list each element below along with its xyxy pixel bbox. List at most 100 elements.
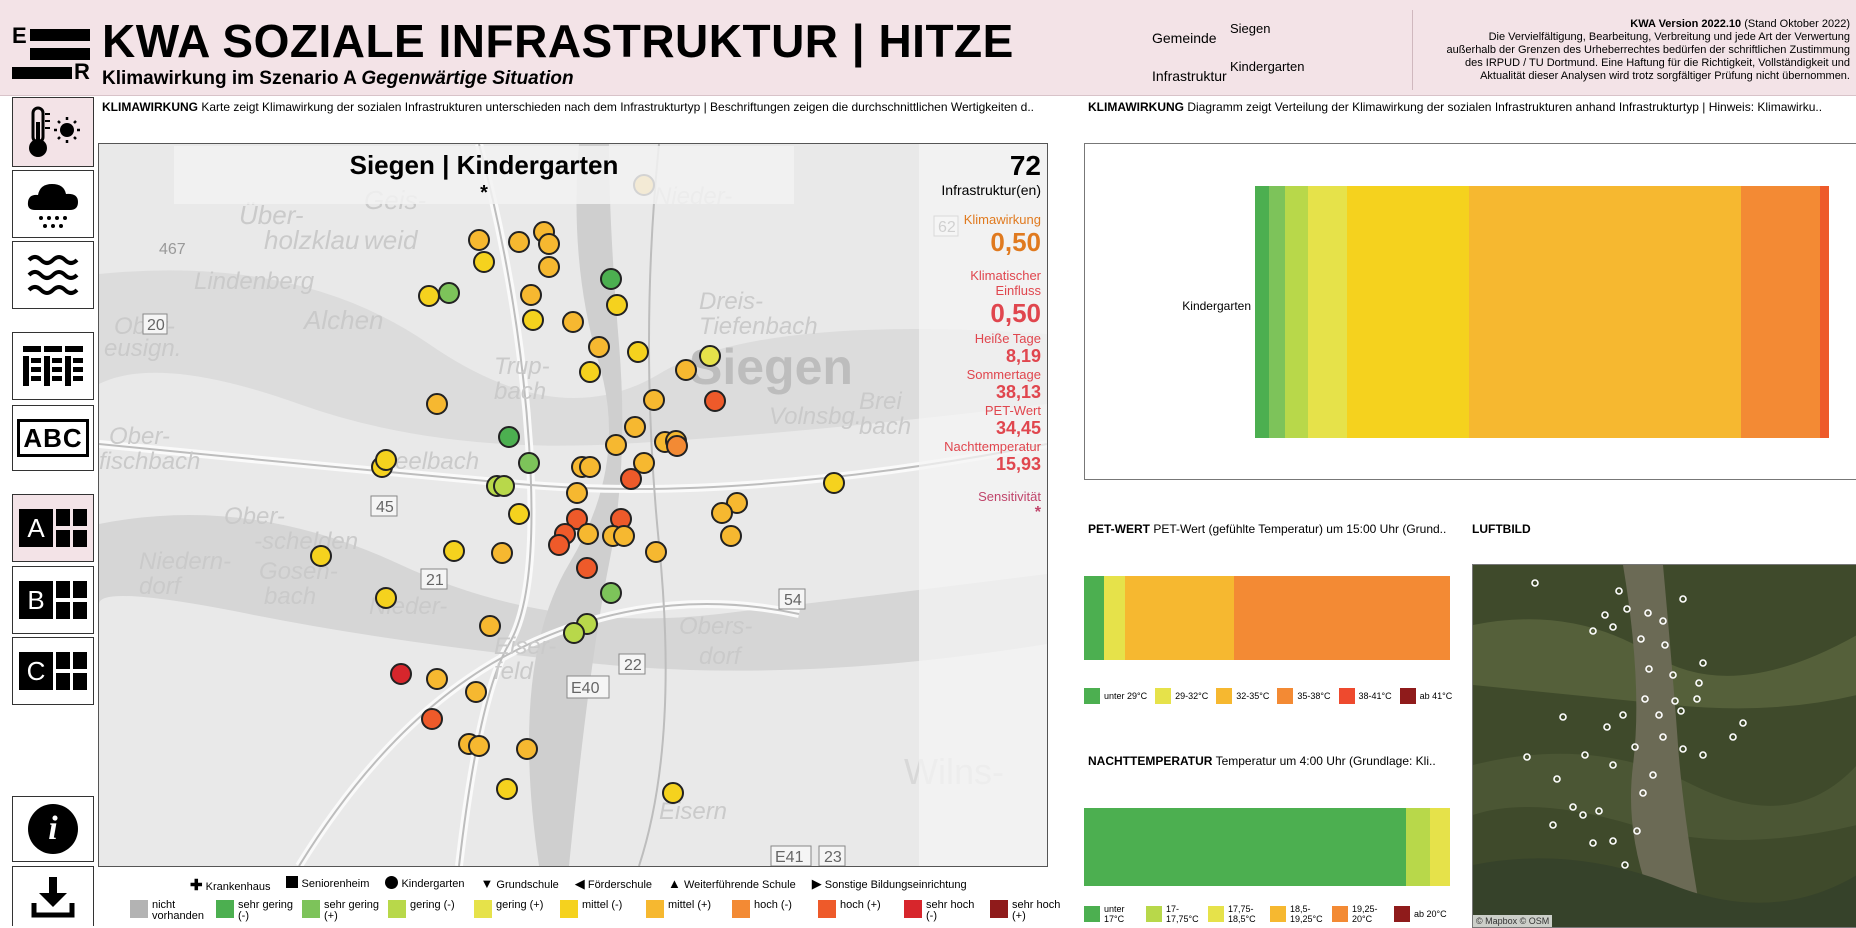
sidebar-item-hochwasser[interactable] [12,241,94,309]
legend-label: ab 41°C [1419,691,1453,701]
sidebar-item-table[interactable] [12,332,94,400]
class-label: hoch (-) [754,899,792,911]
class-swatch [388,900,406,918]
map-attribution: © Mapbox © OSM [1473,915,1553,927]
svg-text:weid: weid [364,225,419,255]
svg-text:dorf: dorf [699,643,743,670]
circle-icon [385,876,399,889]
legend-weiterfuehrende-schule: ▲ Weiterführende Schule [668,876,796,891]
svg-text:20: 20 [147,317,165,334]
svg-text:Brei: Brei [859,388,902,415]
logo-letter-e: E [12,23,27,48]
pet-bar-segment [1124,576,1234,660]
legend-item: 38-41°C [1338,688,1392,704]
pet-bar-segment [1084,576,1105,660]
map-stats: 72 Infrastruktur(en) Klimawirkung 0,50 K… [931,150,1041,522]
klimawirkung-stacked-bar [1255,186,1829,438]
aerial-map[interactable]: © Mapbox © OSM [1472,564,1856,928]
legend-label: unter 17°C [1104,904,1125,924]
class-label: sehr hoch (+) [1012,899,1061,922]
svg-text:Alchen: Alchen [302,305,384,335]
legend-swatch [1338,688,1355,704]
abc-icon: ABC [17,419,89,457]
pet-description: PET-WERT PET-Wert (gefühlte Temperatur) … [1088,522,1446,536]
nacht-bar-segment [1084,808,1407,886]
class-label: nicht vorhanden [152,899,204,922]
sidebar-item-szenario-a[interactable]: A [12,494,94,562]
legend-swatch [1216,688,1233,704]
class-legend-item: nicht vorhanden [130,900,208,922]
sidebar-item-starkregen[interactable] [12,170,94,238]
legend-item: ab 41°C [1399,688,1453,704]
legend-item: 19,25-20°C [1332,904,1388,924]
page-subtitle: Klimawirkung im Szenario A Gegenwärtige … [102,68,574,90]
pet-stacked-bar [1084,576,1450,660]
sidebar-item-szenario-c[interactable]: C [12,637,94,705]
class-swatch [474,900,492,918]
version-line-1: Die Vervielfältigung, Bearbeitung, Verbr… [1488,31,1850,43]
sidebar-item-hitze[interactable] [12,97,94,167]
svg-text:bach: bach [859,413,911,440]
class-legend-item: hoch (+) [818,900,896,922]
svg-text:22: 22 [624,657,642,674]
svg-text:54: 54 [784,592,802,609]
sidebar-item-abc[interactable]: ABC [12,405,94,471]
stat-klimawirkung-label: Klimawirkung [963,212,1041,227]
legend-label: 38-41°C [1358,691,1392,701]
legend-swatch [1277,688,1294,704]
stat-nacht-label: Nachttemperatur [944,439,1041,454]
class-legend-item: sehr gering (+) [302,900,380,922]
klimawirkung-bar-segment [1269,186,1285,438]
legend-item: unter 29°C [1084,688,1147,704]
svg-text:eusign.: eusign. [104,335,181,362]
pet-heading: PET-WERT [1088,522,1150,536]
sidebar-item-download[interactable] [12,866,94,926]
sidebar-item-info[interactable]: i [12,796,94,862]
square-icon [286,876,299,888]
stat-sensitivitaet-value: * [1034,504,1041,521]
stat-sommertage-label: Sommertage [966,367,1041,382]
legend-item: 35-38°C [1277,688,1331,704]
map-description: KLIMAWIRKUNG Karte zeigt Klimawirkung de… [102,100,1070,114]
climate-map[interactable]: Über- holzklau Geis- weid Lindenberg Alc… [98,143,1048,867]
sidebar-item-szenario-b[interactable]: B [12,566,94,634]
pet-bar-segment [1104,576,1125,660]
type-legend: ✚ Krankenhaus Seniorenheim Kindergarten … [190,876,967,894]
klimawirkung-bar-segment [1468,186,1741,438]
legend-swatch [1270,906,1286,922]
legend-item: 18,5-19,25°C [1270,904,1326,924]
class-swatch [130,900,148,918]
chart-category-label: Kindergarten [1182,299,1251,313]
infrastruktur-select[interactable]: Kindergarten [1230,59,1304,74]
class-swatch [904,900,922,918]
class-label: sehr hoch (-) [926,899,975,922]
legend-item: 32-35°C [1216,688,1269,704]
legend-item: 17,75-18,5°C [1208,904,1264,924]
svg-text:467: 467 [159,241,186,258]
map-heading: KLIMAWIRKUNG [102,100,198,114]
klimawirkung-bar-segment [1740,186,1820,438]
stat-sommertage-value: 38,13 [995,382,1041,402]
legend-item: 17-17,75°C [1146,904,1202,924]
diagram-description: KLIMAWIRKUNG Diagramm zeigt Verteilung d… [1088,100,1856,114]
legend-swatch [1146,906,1162,922]
gemeinde-select[interactable]: Siegen [1230,21,1270,36]
svg-text:-schelden: -schelden [254,528,358,555]
class-swatch [990,900,1008,918]
waves-icon [27,255,79,295]
legend-label: unter 29°C [1104,691,1148,701]
legend-label: 17-17,75°C [1166,904,1199,924]
svg-text:23: 23 [824,849,842,866]
gemeinde-label: Gemeinde [1152,30,1217,46]
class-swatch [818,900,836,918]
nacht-legend: unter 17°C 17-17,75°C 17,75-18,5°C 18,5-19,… [1084,904,1447,924]
legend-item: 29-32°C [1155,688,1208,704]
svg-text:holzklau: holzklau [264,225,359,255]
class-label: mittel (+) [668,899,712,911]
legend-swatch [1084,906,1100,922]
svg-text:Niedern-: Niedern- [139,548,231,575]
class-swatch [302,900,320,918]
svg-text:dorf: dorf [139,573,183,600]
legend-seniorenheim: Seniorenheim [286,876,369,894]
svg-text:Eiser-: Eiser- [494,633,556,660]
